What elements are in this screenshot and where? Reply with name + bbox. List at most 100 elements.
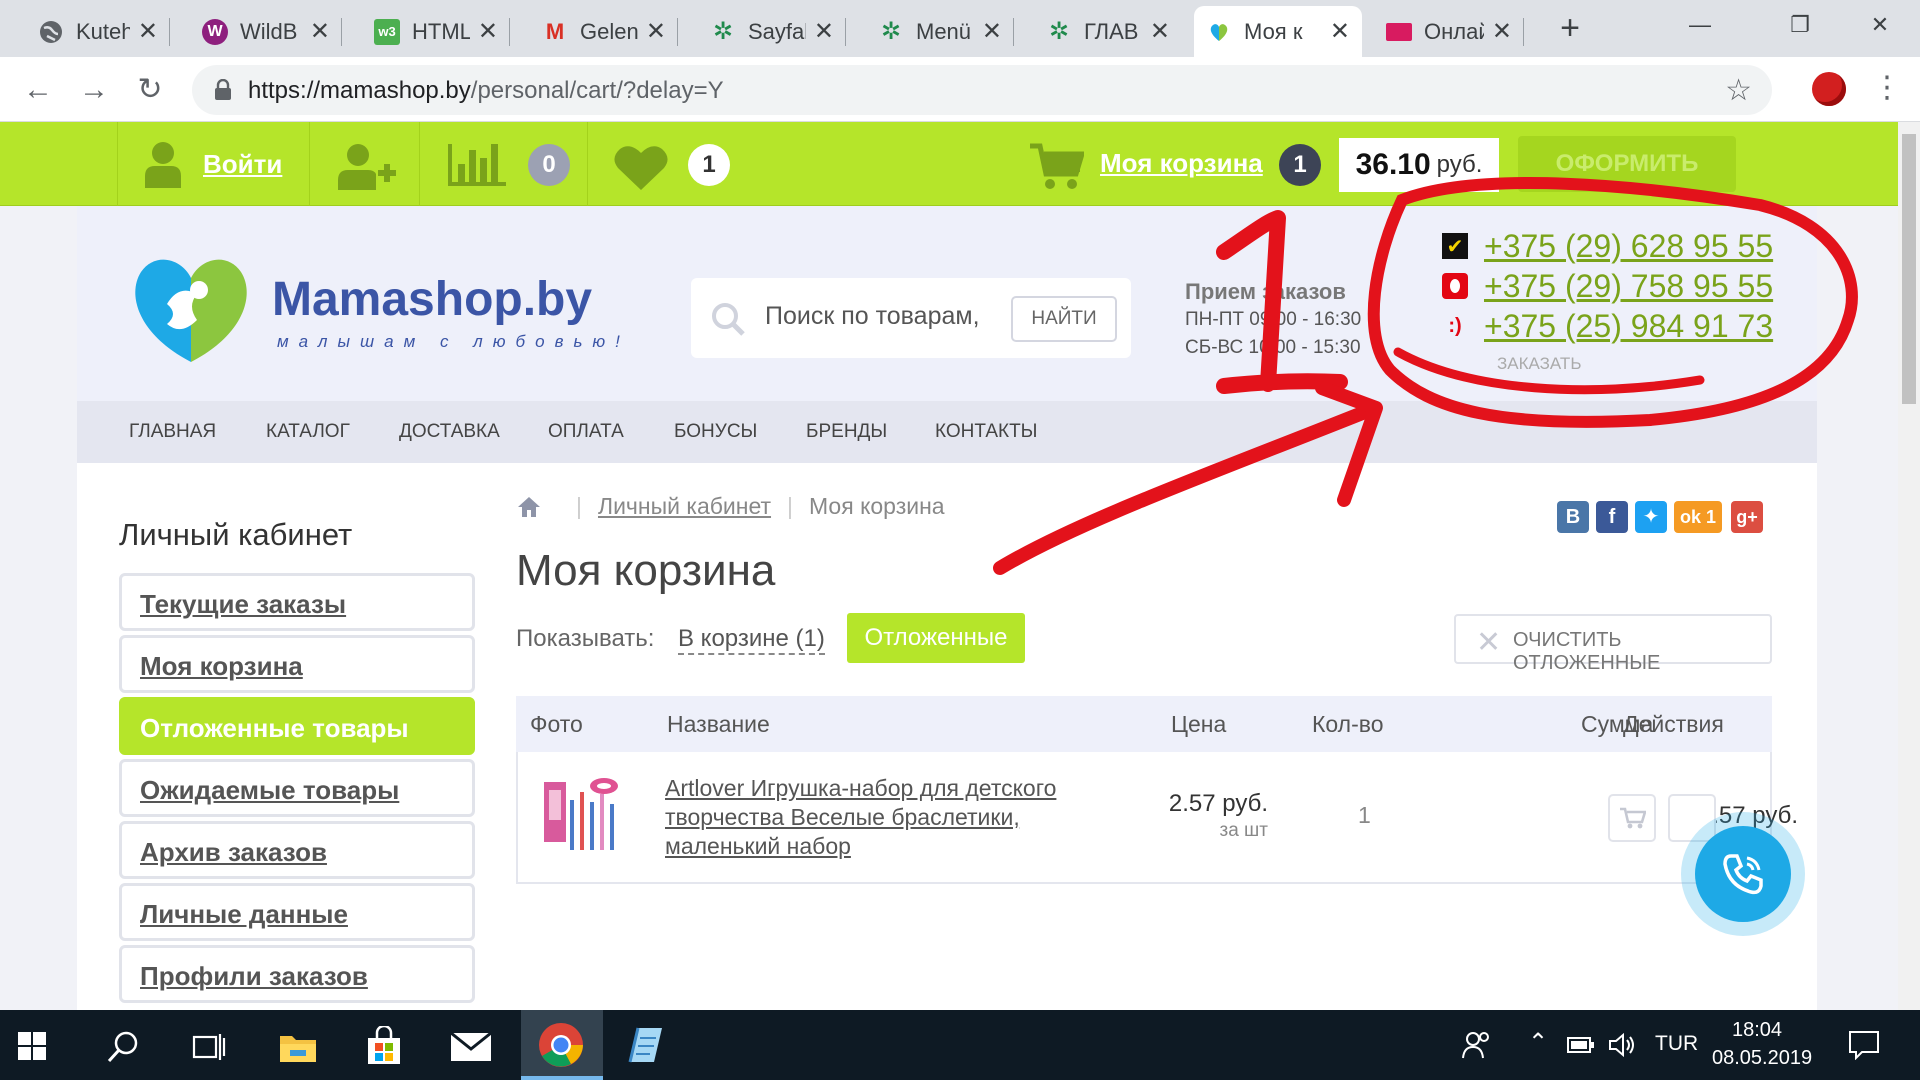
chevron-up-icon[interactable]: ⌃ <box>1528 1028 1548 1057</box>
home-icon[interactable] <box>516 494 542 520</box>
system-clock[interactable]: 18:04 08.05.2019 <box>1712 1016 1812 1072</box>
browser-tab[interactable]: Kuteh ✕ <box>26 6 170 57</box>
sidebar-item-delayed[interactable]: Отложенные товары <box>119 697 475 755</box>
sidebar-item-label[interactable]: Отложенные товары <box>140 713 409 744</box>
logo-text[interactable]: Mamashop.by <box>272 272 592 327</box>
page-scrollbar[interactable] <box>1898 122 1920 1010</box>
reload-icon[interactable]: ↻ <box>130 70 170 110</box>
filter-in-cart[interactable]: В корзине (1) <box>678 625 825 655</box>
product-photo[interactable] <box>540 772 630 862</box>
minimize-icon[interactable]: — <box>1665 0 1735 50</box>
heart-icon[interactable] <box>614 144 668 190</box>
mail-icon[interactable] <box>450 1032 492 1062</box>
windows-start-icon[interactable] <box>18 1032 46 1060</box>
login-block[interactable]: Войти <box>143 140 282 188</box>
browser-tab[interactable]: w3 HTML ✕ <box>362 6 510 57</box>
browser-menu-icon[interactable]: ⋮ <box>1872 68 1902 108</box>
callback-link[interactable]: ЗАКАЗАТЬ <box>1497 354 1581 374</box>
menu-item-payment[interactable]: ОПЛАТА <box>548 421 624 443</box>
ok-share-icon[interactable]: ok 1 <box>1674 501 1722 533</box>
address-bar[interactable]: https://mamashop.by/personal/cart/?delay… <box>192 65 1772 115</box>
close-icon[interactable]: ✕ <box>1330 17 1350 46</box>
back-arrow-icon[interactable]: ← <box>18 70 58 110</box>
search-icon[interactable] <box>106 1030 140 1064</box>
product-quantity: 1 <box>1358 802 1371 828</box>
menu-item-bonuses[interactable]: БОНУСЫ <box>674 421 757 443</box>
phone-link[interactable]: +375 (29) 758 95 55 <box>1484 268 1773 305</box>
scrollbar-thumb[interactable] <box>1902 134 1916 404</box>
bookmark-star-icon[interactable]: ☆ <box>1725 73 1752 108</box>
browser-tab[interactable]: W WildB ✕ <box>190 6 342 57</box>
checkout-button[interactable]: ОФОРМИТЬ <box>1518 136 1736 192</box>
browser-tab[interactable]: M Gelen ✕ <box>530 6 678 57</box>
sidebar-item-label[interactable]: Архив заказов <box>140 837 327 868</box>
close-icon[interactable]: ✕ <box>1150 17 1170 46</box>
sidebar-item-my-cart[interactable]: Моя корзина <box>119 635 475 693</box>
browser-tab[interactable]: Онлай ✕ <box>1374 6 1524 57</box>
sidebar-item-label[interactable]: Моя корзина <box>140 651 303 682</box>
menu-item-delivery[interactable]: ДОСТАВКА <box>399 421 500 443</box>
notifications-icon[interactable] <box>1848 1030 1880 1060</box>
browser-tab[interactable]: ✲ Sayfal ✕ <box>698 6 846 57</box>
compare-chart-icon[interactable] <box>446 140 508 186</box>
sidebar-item-current-orders[interactable]: Текущие заказы <box>119 573 475 631</box>
clear-delayed-label: ОЧИСТИТЬ ОТЛОЖЕННЫЕ <box>1513 629 1661 674</box>
my-cart-link[interactable]: Моя корзина <box>1100 148 1263 179</box>
google-plus-share-icon[interactable]: g+ <box>1731 501 1763 533</box>
browser-tab[interactable]: ✲ Menü ✕ <box>866 6 1014 57</box>
menu-item-home[interactable]: ГЛАВНАЯ <box>129 421 216 443</box>
browser-tab[interactable]: ✲ ГЛАВ ✕ <box>1034 6 1182 57</box>
profile-avatar[interactable] <box>1812 72 1846 106</box>
sidebar-item-label[interactable]: Личные данные <box>140 899 348 930</box>
filter-delayed[interactable]: Отложенные <box>847 613 1025 663</box>
sidebar-item-personal-data[interactable]: Личные данные <box>119 883 475 941</box>
sidebar-item-expected[interactable]: Ожидаемые товары <box>119 759 475 817</box>
task-view-icon[interactable] <box>192 1032 226 1062</box>
close-icon[interactable]: ✕ <box>814 17 834 46</box>
add-to-cart-button[interactable] <box>1608 794 1656 842</box>
sidebar-item-label[interactable]: Ожидаемые товары <box>140 775 399 806</box>
sidebar-item-archive[interactable]: Архив заказов <box>119 821 475 879</box>
sidebar-item-label[interactable]: Профили заказов <box>140 961 368 992</box>
sidebar-item-order-profiles[interactable]: Профили заказов <box>119 945 475 1003</box>
forward-arrow-icon[interactable]: → <box>74 70 114 110</box>
battery-icon[interactable] <box>1566 1034 1596 1056</box>
menu-item-catalog[interactable]: КАТАЛОГ <box>266 421 350 443</box>
breadcrumb-link[interactable]: Личный кабинет <box>598 493 771 520</box>
call-back-button[interactable] <box>1681 812 1805 936</box>
people-icon[interactable] <box>1462 1030 1492 1060</box>
cart-icon[interactable] <box>1030 142 1084 190</box>
clear-delayed-button[interactable]: ✕ ОЧИСТИТЬ ОТЛОЖЕННЫЕ <box>1454 614 1772 674</box>
mamashop-logo-icon[interactable] <box>127 254 255 364</box>
close-icon[interactable]: ✕ <box>478 17 498 46</box>
phone-link[interactable]: +375 (25) 984 91 73 <box>1484 308 1773 345</box>
search-button[interactable]: НАЙТИ <box>1011 296 1117 342</box>
search-input[interactable]: Поиск по товарам, <box>765 302 980 331</box>
store-icon[interactable] <box>364 1026 404 1066</box>
close-icon[interactable]: ✕ <box>982 17 1002 46</box>
vk-share-icon[interactable]: B <box>1557 501 1589 533</box>
twitter-share-icon[interactable]: ✦ <box>1635 501 1667 533</box>
close-icon[interactable]: ✕ <box>138 17 158 46</box>
new-tab-plus-icon[interactable]: + <box>1552 10 1588 46</box>
close-icon[interactable]: ✕ <box>310 17 330 46</box>
phone-link[interactable]: +375 (29) 628 95 55 <box>1484 228 1773 265</box>
volume-icon[interactable] <box>1608 1032 1636 1058</box>
notepad-icon[interactable] <box>624 1024 666 1066</box>
browser-tab-active[interactable]: Моя к ✕ <box>1194 6 1362 57</box>
keyboard-language[interactable]: TUR <box>1655 1032 1698 1056</box>
close-icon[interactable]: ✕ <box>1492 17 1512 46</box>
login-link[interactable]: Войти <box>203 149 282 180</box>
site-topbar: Войти 0 1 Моя корзина 1 36.10 руб. ОФОРМИ… <box>0 122 1898 206</box>
sidebar-item-label[interactable]: Текущие заказы <box>140 589 346 620</box>
menu-item-contacts[interactable]: КОНТАКТЫ <box>935 421 1038 443</box>
chrome-icon[interactable] <box>538 1022 584 1068</box>
product-name-link[interactable]: Artlover Игрушка-набор для детского твор… <box>665 774 1085 861</box>
window-close-icon[interactable]: ✕ <box>1845 0 1915 50</box>
close-icon[interactable]: ✕ <box>646 17 666 46</box>
maximize-icon[interactable]: ❐ <box>1765 0 1835 50</box>
add-user-icon[interactable] <box>336 142 398 190</box>
facebook-share-icon[interactable]: f <box>1596 501 1628 533</box>
menu-item-brands[interactable]: БРЕНДЫ <box>806 421 887 443</box>
file-explorer-icon[interactable] <box>278 1030 318 1064</box>
